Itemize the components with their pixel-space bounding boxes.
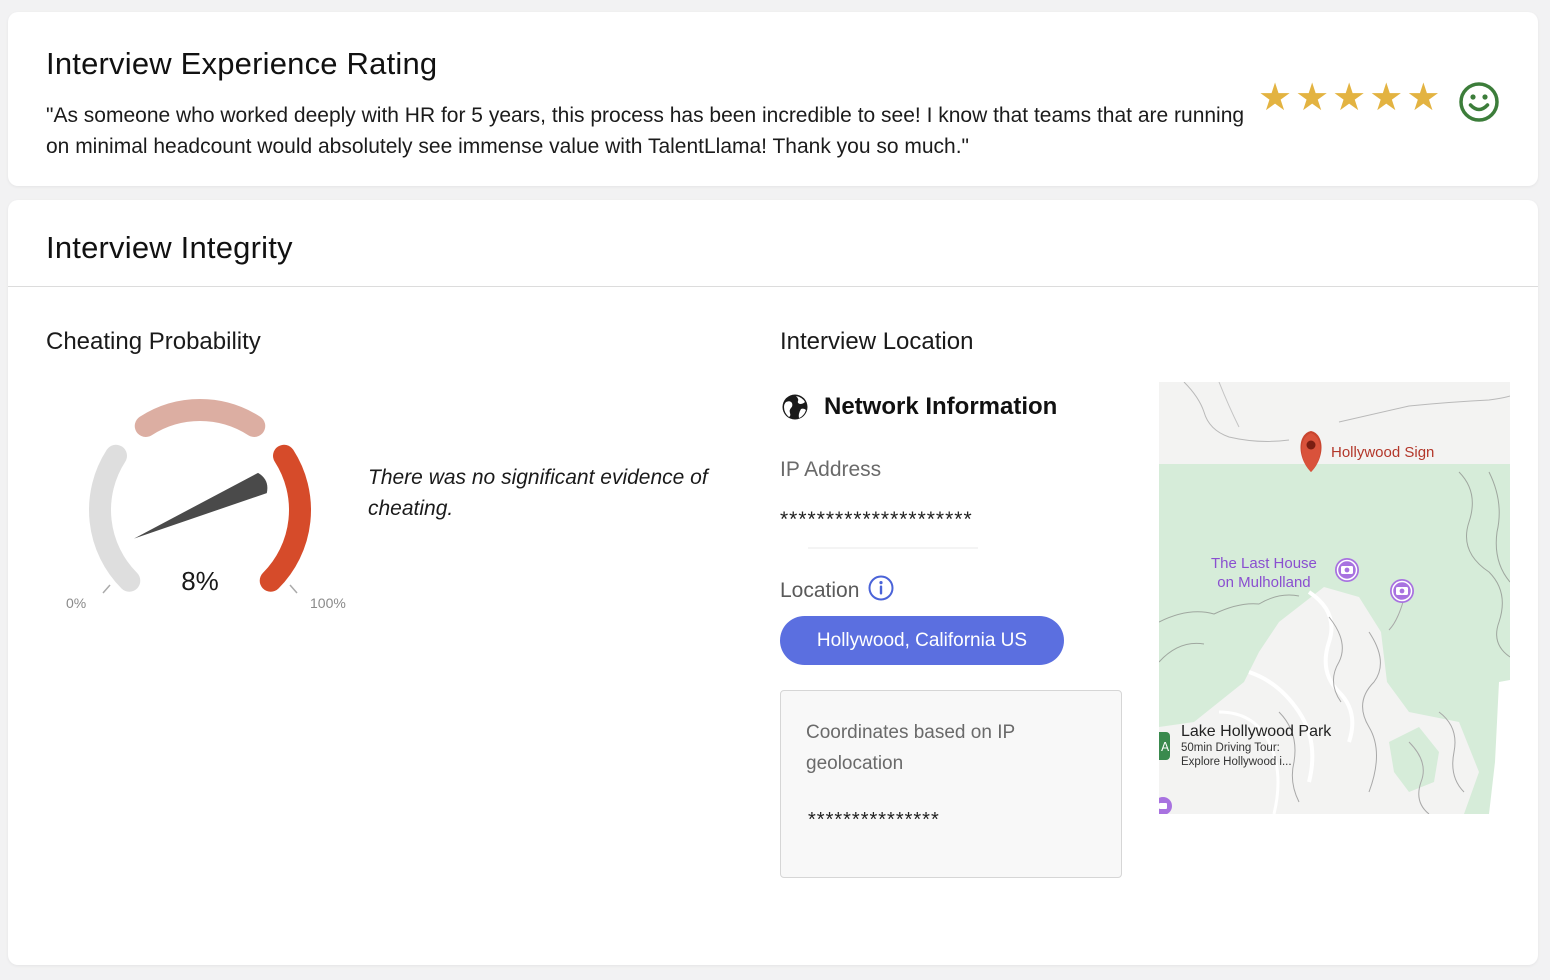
star-icon: ★ bbox=[1369, 77, 1404, 119]
star-icon: ★ bbox=[1258, 77, 1293, 119]
map-label-hollywood-sign[interactable]: Hollywood Sign bbox=[1331, 444, 1434, 461]
star-icon: ★ bbox=[1332, 77, 1367, 119]
gauge-arc-high bbox=[259, 444, 311, 592]
map-label-last-house[interactable]: The Last House on Mulholland bbox=[1211, 554, 1317, 592]
map-label-lake-hollywood-park[interactable]: Lake Hollywood Park bbox=[1181, 723, 1331, 741]
info-icon-glyph bbox=[868, 575, 894, 601]
gauge-max-label: 100% bbox=[310, 595, 346, 611]
gauge-value: 8% bbox=[181, 566, 219, 596]
location-map[interactable]: A Hollywood Sign The Last House on Mulho… bbox=[1159, 382, 1510, 814]
map-label-tour-line2: Explore Hollywood i... bbox=[1181, 756, 1292, 768]
divider bbox=[8, 286, 1538, 287]
candidate-quote: "As someone who worked deeply with HR fo… bbox=[46, 104, 1245, 158]
gauge-min-tick bbox=[102, 584, 111, 594]
gauge-min-label: 0% bbox=[66, 595, 87, 611]
network-information-header: Network Information bbox=[780, 392, 1057, 422]
gauge-max-tick bbox=[289, 584, 298, 594]
experience-rating-card: Interview Experience Rating "As someone … bbox=[8, 12, 1538, 186]
network-information-title: Network Information bbox=[824, 393, 1058, 420]
star-rating: ★ ★ ★ ★ ★ bbox=[1258, 78, 1440, 118]
camera-poi-icon[interactable] bbox=[1390, 579, 1414, 603]
cheating-probability-label: Cheating Probability bbox=[46, 328, 261, 355]
cheating-description: There was no significant evidence of che… bbox=[368, 466, 708, 520]
coordinates-box: Coordinates based on IP geolocation ****… bbox=[780, 690, 1122, 878]
gauge-arc-mid bbox=[134, 399, 266, 437]
map-label-tour-line1: 50min Driving Tour: bbox=[1181, 742, 1280, 754]
rating-title: Interview Experience Rating bbox=[46, 46, 438, 81]
location-chip[interactable]: Hollywood, California US bbox=[780, 616, 1064, 665]
svg-text:A: A bbox=[1161, 740, 1170, 754]
coordinates-label: Coordinates based on IP geolocation bbox=[806, 722, 1015, 774]
location-label-row: Location bbox=[780, 574, 895, 607]
star-icon: ★ bbox=[1295, 77, 1330, 119]
interview-location-label: Interview Location bbox=[780, 328, 974, 355]
smiley-face-icon bbox=[1459, 82, 1499, 122]
star-icon: ★ bbox=[1406, 77, 1441, 119]
camera-poi-icon[interactable] bbox=[1335, 558, 1359, 582]
location-label: Location bbox=[780, 578, 860, 602]
globe-icon bbox=[782, 394, 808, 420]
ip-address-value: ********************* bbox=[780, 508, 973, 531]
map-label-last-house-line2: on Mulholland bbox=[1217, 574, 1311, 591]
ip-underline bbox=[808, 547, 978, 549]
gauge-needle bbox=[133, 472, 268, 539]
map-label-last-house-line1: The Last House bbox=[1211, 555, 1317, 572]
park-poi-icon[interactable]: A bbox=[1159, 732, 1170, 760]
info-icon[interactable] bbox=[867, 574, 895, 607]
ip-address-label: IP Address bbox=[780, 458, 882, 481]
integrity-title: Interview Integrity bbox=[46, 230, 293, 265]
gauge-arc-low bbox=[89, 444, 141, 592]
coordinates-value: *************** bbox=[808, 809, 940, 831]
